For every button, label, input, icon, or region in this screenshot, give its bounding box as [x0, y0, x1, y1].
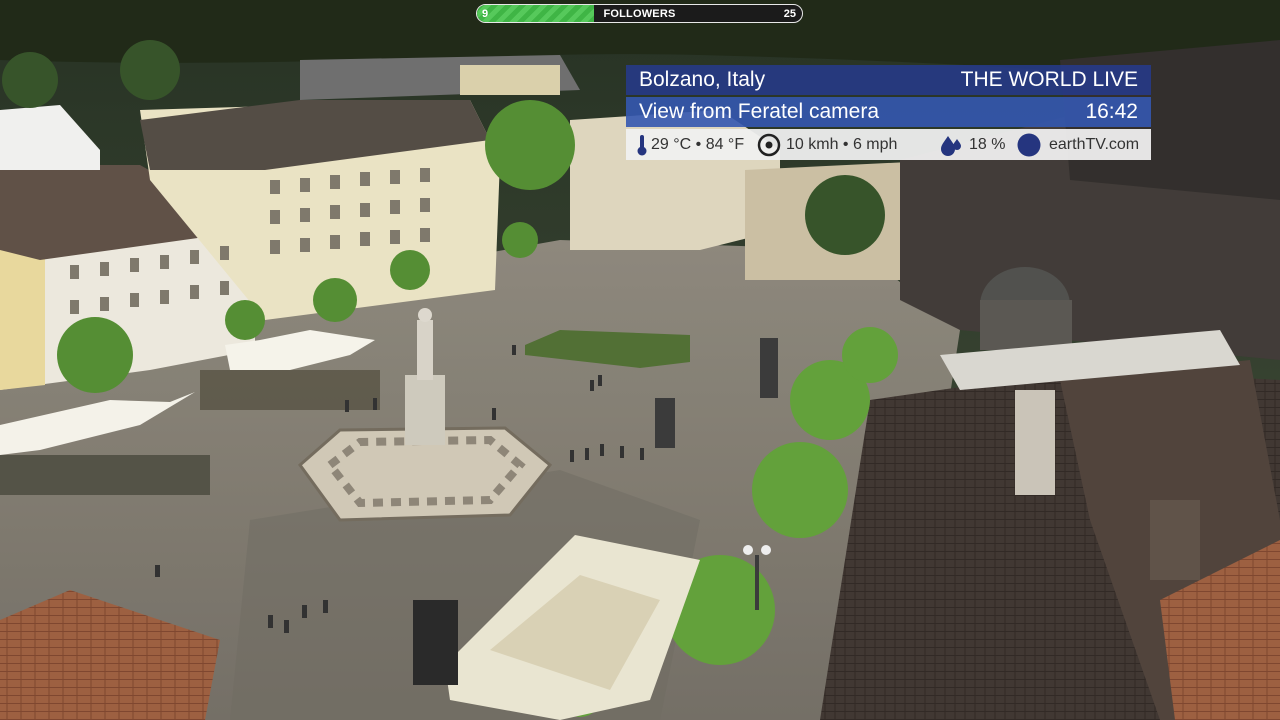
wind-icon — [757, 133, 781, 156]
followers-label: FOLLOWERS — [603, 8, 676, 20]
wind-value: 10 kmh • 6 mph — [786, 136, 898, 153]
humidity-item: 18 % — [939, 129, 1005, 160]
camera-subtitle: View from Feratel camera — [639, 100, 880, 123]
humidity-drops-icon — [941, 135, 961, 156]
thermometer-icon — [637, 134, 647, 155]
broadcast-info-overlay: Bolzano, Italy THE WORLD LIVE View from … — [626, 65, 1151, 160]
wind-item: 10 kmh • 6 mph — [757, 129, 897, 160]
humidity-value: 18 % — [969, 136, 1006, 153]
earthtv-logo-icon — [1017, 133, 1041, 156]
webcam-stream: 9 FOLLOWERS 25 Bolzano, Italy THE WORLD … — [0, 0, 1280, 720]
followers-progress-bar: 9 FOLLOWERS 25 — [476, 4, 803, 23]
temperature-value: 29 °C • 84 °F — [651, 136, 745, 153]
site-label: earthTV.com — [1049, 136, 1140, 153]
weather-bar: 29 °C • 84 °F 10 kmh • 6 mph 18 % earthT… — [626, 129, 1151, 160]
location-row: Bolzano, Italy THE WORLD LIVE — [626, 65, 1151, 95]
camera-row: View from Feratel camera 16:42 — [626, 97, 1151, 127]
followers-goal-count: 25 — [783, 8, 796, 20]
location-label: Bolzano, Italy — [639, 68, 766, 91]
local-time: 16:42 — [1085, 100, 1138, 123]
temperature-item: 29 °C • 84 °F — [636, 129, 744, 160]
channel-brand-label: THE WORLD LIVE — [960, 68, 1138, 91]
site-item: earthTV.com — [1017, 129, 1139, 160]
